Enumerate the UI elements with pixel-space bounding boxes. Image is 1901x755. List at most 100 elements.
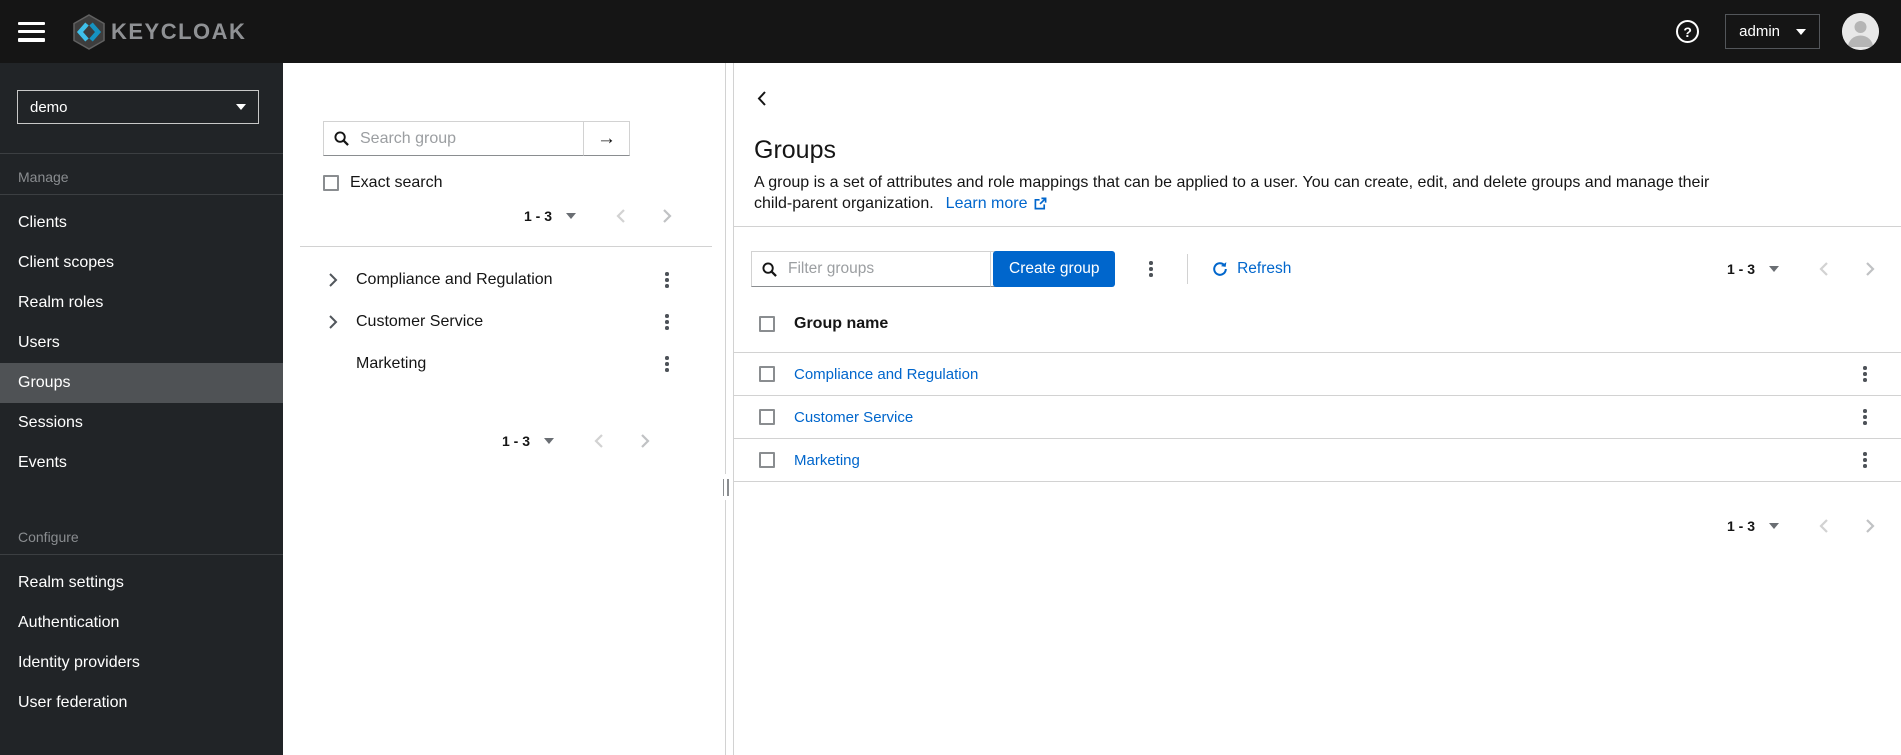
sidebar-item-users[interactable]: Users (0, 323, 283, 363)
sidebar-item-client-scopes[interactable]: Client scopes (0, 243, 283, 283)
pagination-next-button[interactable] (1864, 261, 1875, 277)
masthead: KEYCLOAK ? admin (0, 0, 1901, 63)
search-submit-button[interactable]: → (583, 121, 630, 156)
brand-text: KEYCLOAK (111, 18, 247, 44)
sidebar-item-authentication[interactable]: Authentication (0, 603, 283, 643)
sidebar-item-user-federation[interactable]: User federation (0, 683, 283, 723)
row-checkbox[interactable] (759, 452, 775, 468)
angle-right-icon (329, 315, 338, 329)
kebab-menu-button[interactable] (659, 352, 675, 376)
groups-tree-panel: → Exact search 1 - 3 Compliance and Regu… (283, 63, 725, 755)
page-description: A group is a set of attributes and role … (754, 172, 1871, 214)
page-header: Groups A group is a set of attributes an… (734, 63, 1901, 227)
pagination-range: 1 - 3 (1726, 518, 1755, 534)
group-link[interactable]: Customer Service (794, 409, 913, 426)
tree-pagination-top: 1 - 3 (283, 208, 725, 224)
caret-down-icon (1796, 28, 1806, 35)
masthead-actions: ? admin (1676, 13, 1879, 50)
tree-item-label[interactable]: Marketing (356, 355, 426, 373)
nav-divider (0, 194, 283, 195)
user-menu-button[interactable]: admin (1725, 14, 1820, 49)
angle-left-icon (594, 434, 603, 448)
tree-pagination-bottom: 1 - 3 (283, 433, 725, 449)
search-icon (762, 261, 777, 277)
main-panel: Groups A group is a set of attributes an… (733, 63, 1901, 755)
pagination-prev-button[interactable] (1819, 261, 1830, 277)
tree-item-label[interactable]: Customer Service (356, 313, 483, 331)
refresh-label: Refresh (1237, 260, 1292, 277)
pagination-options-caret-icon[interactable] (544, 438, 554, 444)
exact-search-checkbox[interactable] (323, 175, 339, 191)
kebab-menu-button[interactable] (659, 310, 675, 334)
pagination-options-caret-icon[interactable] (1769, 266, 1779, 272)
angle-right-icon (329, 273, 338, 287)
tree-item: Marketing (283, 343, 725, 385)
pagination-prev-button[interactable] (616, 208, 627, 224)
nav-divider (0, 554, 283, 555)
panel-resize-handle[interactable] (719, 474, 732, 500)
description-line2: child-parent organization. (754, 195, 934, 212)
column-header-group-name: Group name (794, 314, 889, 332)
row-checkbox[interactable] (759, 409, 775, 425)
exact-search-row: Exact search (323, 174, 725, 192)
group-link[interactable]: Compliance and Regulation (794, 366, 978, 383)
table-header-row: Group name (734, 295, 1901, 353)
angle-right-icon (1866, 262, 1875, 276)
avatar[interactable] (1842, 13, 1879, 50)
exact-search-label: Exact search (350, 174, 443, 191)
table-row: Marketing (734, 439, 1901, 482)
groups-toolbar: → Create group Refresh 1 - 3 (734, 227, 1901, 295)
toolbar-kebab-menu-button[interactable] (1143, 257, 1159, 281)
row-kebab-menu-button[interactable] (1857, 448, 1873, 472)
expand-toggle[interactable] (328, 314, 342, 330)
row-kebab-menu-button[interactable] (1857, 362, 1873, 386)
expand-toggle[interactable] (328, 272, 342, 288)
hamburger-icon[interactable] (18, 21, 45, 42)
select-all-checkbox[interactable] (759, 315, 775, 332)
tree-item-label[interactable]: Compliance and Regulation (356, 271, 553, 289)
refresh-button[interactable]: Refresh (1212, 260, 1291, 278)
create-group-button[interactable]: Create group (993, 251, 1116, 287)
table-row: Customer Service (734, 396, 1901, 439)
angle-left-icon (1819, 519, 1828, 533)
sidebar-item-sessions[interactable]: Sessions (0, 403, 283, 443)
sidebar-item-realm-settings[interactable]: Realm settings (0, 563, 283, 603)
pagination-options-caret-icon[interactable] (1769, 523, 1779, 529)
pagination-next-button[interactable] (661, 208, 672, 224)
keycloak-logo: KEYCLOAK (70, 13, 246, 51)
sidebar-item-events[interactable]: Events (0, 443, 283, 483)
learn-more-link[interactable]: Learn more (946, 195, 1047, 212)
tree-divider (300, 246, 712, 247)
table-pagination-bottom: 1 - 3 (734, 518, 1901, 534)
row-checkbox[interactable] (759, 366, 775, 382)
sidebar-item-realm-roles[interactable]: Realm roles (0, 283, 283, 323)
sidebar-item-clients[interactable]: Clients (0, 203, 283, 243)
help-icon[interactable]: ? (1676, 20, 1700, 43)
pagination-prev-button[interactable] (1819, 518, 1830, 534)
pagination-options-caret-icon[interactable] (566, 213, 576, 219)
user-menu-label: admin (1739, 23, 1780, 40)
sidebar-item-groups[interactable]: Groups (0, 363, 283, 403)
pagination-range: 1 - 3 (1726, 261, 1755, 277)
filter-groups-input[interactable] (786, 259, 990, 279)
pagination-prev-button[interactable] (594, 433, 605, 449)
filter-groups: → (751, 251, 1023, 287)
pagination-next-button[interactable] (639, 433, 650, 449)
sidebar-item-identity-providers[interactable]: Identity providers (0, 643, 283, 683)
search-icon (334, 131, 349, 146)
row-kebab-menu-button[interactable] (1857, 405, 1873, 429)
realm-selector-label: demo (30, 98, 68, 116)
kebab-menu-button[interactable] (659, 268, 675, 292)
realm-selector[interactable]: demo (17, 90, 259, 124)
nav-list-manage: Clients Client scopes Realm roles Users … (0, 203, 283, 483)
pagination-range: 1 - 3 (523, 208, 552, 224)
refresh-icon (1213, 262, 1227, 276)
pagination-next-button[interactable] (1864, 518, 1875, 534)
collapse-panel-button[interactable] (754, 88, 770, 109)
tree-search-input-wrap (323, 121, 583, 156)
caret-down-icon (236, 104, 246, 110)
learn-more-label: Learn more (945, 195, 1028, 212)
group-link[interactable]: Marketing (794, 452, 860, 469)
tree-item: Customer Service (283, 301, 725, 343)
search-group-input[interactable] (358, 128, 583, 149)
